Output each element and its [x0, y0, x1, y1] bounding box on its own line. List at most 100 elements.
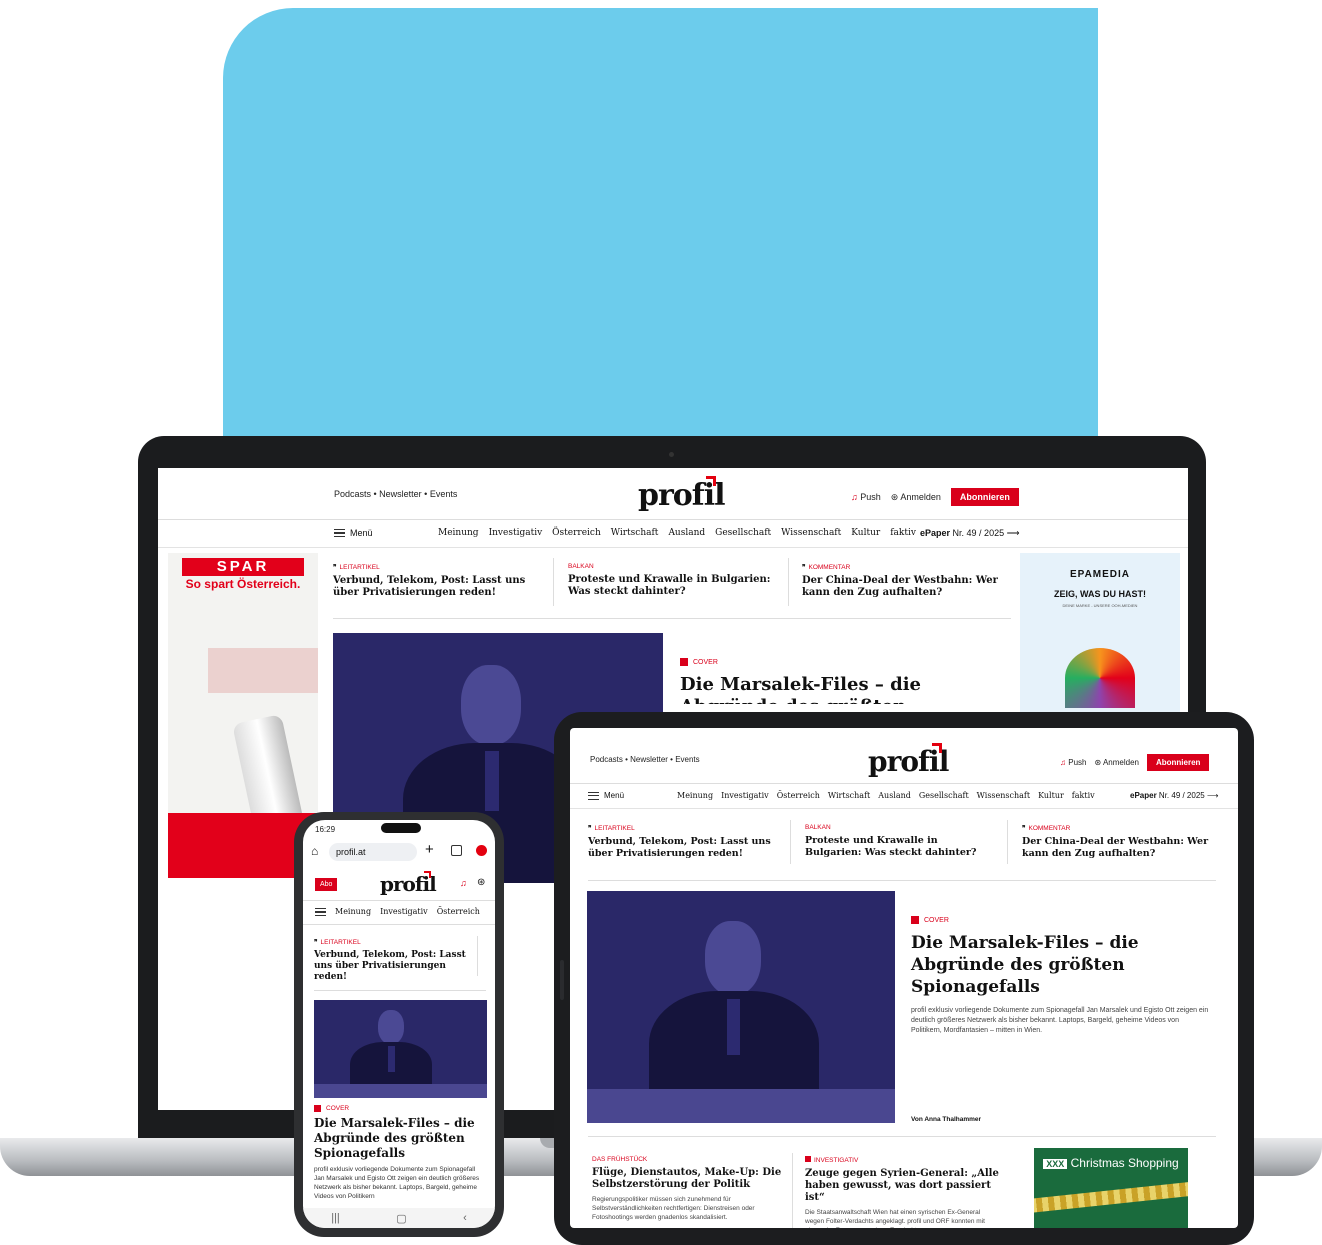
arrow-right-icon: ⟶ [1006, 528, 1020, 538]
camera-notch [381, 823, 421, 833]
backdrop-panel [223, 8, 1098, 438]
nav-item[interactable]: Kultur [851, 528, 880, 538]
nav-item[interactable]: Investigativ [721, 791, 769, 800]
cover-badge-icon [680, 658, 688, 666]
epamedia-logo: EPAMEDIA [1069, 569, 1131, 580]
tablet-screen: Podcasts • Newsletter • Events profil ♫ … [570, 728, 1238, 1228]
headline-item[interactable]: Balkan Proteste und Krawalle in Bulgarie… [805, 824, 995, 859]
hamburger-icon [334, 529, 345, 537]
site-logo[interactable]: profil [638, 476, 725, 513]
browser-menu-icon[interactable] [476, 845, 487, 856]
headline-item[interactable]: ❞ LEITARTIKEL Verbund, Telekom, Post: Las… [314, 938, 472, 983]
nav-item[interactable]: Wissenschaft [977, 791, 1030, 800]
site-logo[interactable]: profil [868, 743, 949, 778]
tablet-side-camera [560, 960, 564, 1000]
nav-item[interactable]: Meinung [677, 791, 713, 800]
home-icon[interactable]: ⌂ [311, 844, 318, 858]
epamedia-ad[interactable]: EPAMEDIA ZEIG, WAS DU HAST! DEINE MARKE … [1020, 553, 1180, 713]
push-button[interactable]: ♫ Push [1060, 758, 1086, 767]
epaper-link[interactable]: ePaper Nr. 49 / 2025 ⟶ [920, 528, 1020, 539]
nav-item[interactable]: Ausland [878, 791, 911, 800]
spar-tagline: So spart Österreich. [185, 577, 301, 591]
nav-item[interactable]: Österreich [777, 791, 820, 800]
cover-title[interactable]: Die Marsalek-Files – die Abgründe des gr… [911, 932, 1211, 998]
home-button-icon[interactable]: ▢ [396, 1212, 406, 1225]
status-bar: 16:29 [303, 820, 495, 840]
push-button[interactable]: ♫ Push [851, 492, 881, 502]
url-bar[interactable]: profil.at [329, 843, 417, 861]
nav-items: Meinung Investigativ Österreich Wirtscha… [438, 528, 916, 538]
login-button[interactable]: ⊛ Anmelden [1094, 758, 1139, 767]
arrow-right-icon: ⟶ [1206, 791, 1219, 800]
recent-apps-icon[interactable]: ||| [331, 1212, 340, 1224]
nav-item[interactable]: Ausland [668, 528, 705, 538]
android-nav-bar: ||| ▢ ‹ [303, 1208, 495, 1228]
phone-nav: Meinung Investigativ Österreich [315, 907, 480, 916]
subscribe-button[interactable]: Abonnieren [1146, 754, 1210, 771]
headline-item[interactable]: ❞ Kommentar Der China-Deal der Westbahn: … [1022, 824, 1222, 860]
nav-item[interactable]: Investigativ [489, 528, 543, 538]
site-header: Podcasts • Newsletter • Events profil ♫ … [570, 728, 1238, 784]
epaper-link[interactable]: ePaper Nr. 49 / 2025 ⟶ [1130, 791, 1218, 800]
nav-item[interactable]: Wirtschaft [828, 791, 870, 800]
christmas-shopping-ad[interactable]: XXX Christmas Shopping [1034, 1148, 1188, 1228]
xxx-logo: XXX [1043, 1159, 1068, 1169]
push-icon[interactable]: ♫ [460, 878, 467, 888]
nav-item[interactable]: Wissenschaft [781, 528, 841, 538]
cover-author: Von Anna Thalhammer [911, 1116, 982, 1123]
nav-item[interactable]: faktiv [1072, 791, 1095, 800]
login-button[interactable]: ⊛ Anmelden [891, 492, 941, 503]
nav-item[interactable]: Österreich [552, 528, 601, 538]
nav-item[interactable]: Österreich [437, 907, 480, 916]
nav-item[interactable]: Meinung [438, 528, 479, 538]
nav-item[interactable]: faktiv [890, 528, 916, 538]
new-tab-icon[interactable]: + [425, 841, 434, 858]
spar-logo: SPAR [182, 558, 304, 576]
nav-item[interactable]: Meinung [335, 907, 371, 916]
epamedia-tagline: ZEIG, WAS DU HAST! [1054, 589, 1146, 599]
account-icon[interactable]: ⊛ [477, 877, 485, 888]
hamburger-icon [588, 791, 599, 800]
nav-item[interactable]: Kultur [1038, 791, 1064, 800]
cover-teaser: profil exklusiv vorliegende Dokumente zu… [911, 1007, 1209, 1034]
peacock-image [1065, 648, 1135, 708]
price-tag [208, 648, 318, 693]
main-nav: Menü Meinung Investigativ Österreich Wir… [158, 520, 1188, 548]
site-logo[interactable]: profil [380, 871, 437, 896]
cover-badge-icon [314, 1105, 321, 1112]
nav-item[interactable]: Investigativ [380, 907, 428, 916]
subscribe-button[interactable]: Abonnieren [950, 488, 1019, 506]
epamedia-sub: DEINE MARKE - UNSERE OOH-MEDIEN [1062, 603, 1138, 608]
top-links[interactable]: Podcasts • Newsletter • Events [334, 489, 457, 499]
cover-badge-icon [911, 916, 919, 924]
headline-item[interactable]: ❞ Kommentar Der China-Deal der Westbahn: … [802, 563, 1012, 599]
cover-block[interactable]: COVER Die Marsalek-Files – die Abgründe … [314, 1105, 486, 1203]
tabs-icon[interactable] [451, 845, 462, 856]
hamburger-icon[interactable] [315, 908, 326, 916]
menu-button[interactable]: Menü [334, 528, 373, 538]
phone-screen: 16:29 ⌂ profil.at + Abo profil ♫ ⊛ Meinu… [303, 820, 495, 1228]
header-actions: ♫ Push ⊛ Anmelden Abonnieren [1060, 754, 1210, 771]
nav-item[interactable]: Gesellschaft [715, 528, 771, 538]
garland-decoration [1034, 1180, 1188, 1214]
header-actions: ♫ Push ⊛ Anmelden Abonnieren [851, 488, 1019, 506]
back-icon[interactable]: ‹ [463, 1212, 467, 1224]
nav-item[interactable]: Wirtschaft [611, 528, 659, 538]
headline-item[interactable]: Balkan Proteste und Krawalle in Bulgarie… [568, 563, 773, 598]
top-links[interactable]: Podcasts • Newsletter • Events [590, 755, 700, 764]
site-header: Podcasts • Newsletter • Events profil ♫ … [158, 468, 1188, 520]
main-nav: Menü Meinung Investigativ Österreich Wir… [570, 784, 1238, 809]
article-teaser[interactable]: DAS FRÜHSTÜCK Flüge, Dienstautos, Make-U… [592, 1156, 782, 1222]
laptop-camera [669, 452, 674, 457]
article-teaser[interactable]: INVESTIGATIV Zeuge gegen Syrien-General:… [805, 1156, 1000, 1228]
abo-button[interactable]: Abo [315, 878, 338, 891]
nav-items: Meinung Investigativ Österreich Wirtscha… [677, 791, 1095, 800]
nav-item[interactable]: Gesellschaft [919, 791, 969, 800]
cover-block[interactable]: COVER Die Marsalek-Files – die Abgründe … [911, 916, 1211, 1123]
cover-image[interactable] [587, 891, 895, 1123]
menu-button[interactable]: Menü [588, 791, 624, 800]
headline-item[interactable]: ❞ Leitartikel Verbund, Telekom, Post: Las… [588, 824, 778, 860]
cover-image[interactable] [314, 1000, 487, 1098]
cover-block[interactable]: COVER Die Marsalek-Files – die Abgründe … [680, 658, 1020, 704]
headline-item[interactable]: ❞ Leitartikel Verbund, Telekom, Post: Las… [333, 563, 538, 599]
